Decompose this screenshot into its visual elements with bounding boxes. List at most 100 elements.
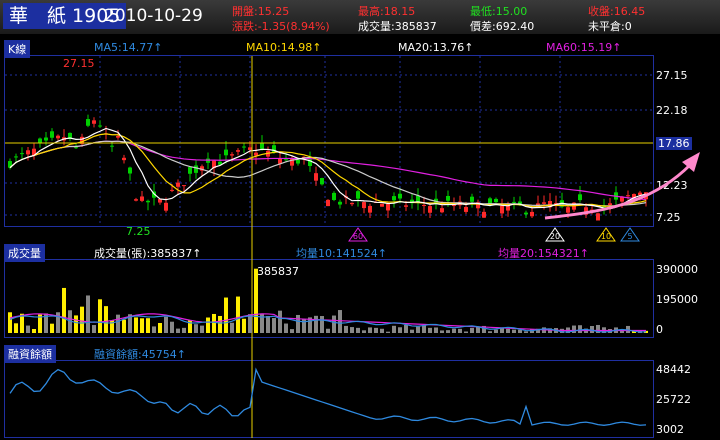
candle-body	[470, 196, 474, 202]
volume-bar	[416, 326, 420, 333]
volume-bar	[344, 325, 348, 333]
volume-bar	[518, 329, 522, 333]
candle-body	[578, 194, 582, 201]
candle-body	[44, 137, 48, 141]
candle-body	[56, 135, 60, 139]
candle-body	[116, 136, 120, 138]
candle-body	[386, 203, 390, 211]
candle-body	[500, 205, 504, 214]
volume-bar	[74, 315, 78, 333]
candle-body	[86, 119, 90, 126]
volume-bar	[92, 325, 96, 333]
volume-bar	[290, 329, 294, 333]
volume-bar	[242, 318, 246, 333]
candle-body	[404, 205, 408, 207]
volume-bar	[428, 327, 432, 333]
volume-bar	[236, 296, 240, 333]
volume-bar	[104, 306, 108, 333]
volume-bar	[446, 330, 450, 333]
volume-bar	[26, 325, 30, 333]
candle-body	[464, 206, 468, 212]
candle-body	[608, 203, 612, 206]
candle-body	[140, 196, 144, 201]
volume-bar	[80, 306, 84, 333]
volume-bar	[362, 330, 366, 333]
candle-body	[236, 150, 240, 152]
marker-20-label: 20	[550, 232, 560, 241]
volume-bar	[506, 328, 510, 333]
ma60-line	[9, 140, 647, 201]
candle-body	[362, 202, 366, 209]
candle-body	[626, 195, 630, 197]
candle-body	[122, 157, 126, 161]
candle-body	[452, 205, 456, 207]
volume-bar	[14, 323, 18, 333]
candle-body	[242, 146, 246, 148]
volume-bar	[386, 331, 390, 333]
volume-bar	[404, 324, 408, 333]
candle-body	[512, 201, 516, 203]
volume-bar	[410, 329, 414, 333]
volume-bar	[62, 287, 66, 333]
marker-5-label: 5	[627, 232, 632, 241]
volume-bar	[350, 327, 354, 333]
candle-body	[224, 149, 228, 156]
candle-body	[314, 173, 318, 181]
candle-body	[440, 208, 444, 213]
candle-body	[296, 160, 300, 164]
candle-body	[50, 131, 54, 138]
candle-body	[566, 207, 570, 213]
volume-bar	[578, 325, 582, 333]
candle-body	[14, 156, 18, 158]
volume-bar	[332, 315, 336, 333]
candle-body	[446, 195, 450, 201]
volume-bar	[512, 329, 516, 333]
candle-body	[74, 147, 78, 149]
volume-bar	[464, 331, 468, 333]
volume-bar	[86, 295, 90, 333]
volume-bar	[122, 319, 126, 333]
volume-bar	[368, 327, 372, 333]
candle-body	[368, 205, 372, 213]
ma20-line	[9, 140, 647, 207]
volume-bar	[218, 315, 222, 333]
candle-body	[248, 147, 252, 150]
candle-body	[194, 165, 198, 173]
volume-bar	[488, 331, 492, 333]
volume-bar	[272, 318, 276, 333]
volume-bar	[338, 310, 342, 333]
candle-body	[350, 202, 354, 205]
volume-bar	[284, 323, 288, 333]
candle-body	[146, 200, 150, 203]
volume-bar	[440, 330, 444, 333]
volume-bar	[176, 328, 180, 333]
candle-body	[332, 192, 336, 200]
volume-bar	[422, 325, 426, 333]
candle-body	[326, 199, 330, 207]
volume-bar	[356, 327, 360, 333]
candle-body	[398, 193, 402, 199]
volume-bar	[458, 328, 462, 333]
candle-body	[260, 143, 264, 149]
candle-body	[284, 159, 288, 161]
candle-body	[320, 178, 324, 185]
candle-body	[524, 212, 528, 215]
volume-bar	[134, 317, 138, 333]
candle-body	[92, 120, 96, 124]
margin-line	[9, 367, 647, 426]
candle-body	[98, 125, 102, 127]
volume-bar	[170, 321, 174, 333]
volume-bar	[32, 329, 36, 333]
volume-bar	[200, 325, 204, 333]
candle-body	[356, 191, 360, 199]
volume-bar	[296, 314, 300, 333]
candle-body	[530, 211, 534, 217]
candle-body	[290, 158, 294, 166]
volume-bar	[248, 314, 252, 333]
candle-body	[128, 167, 132, 174]
candle-body	[482, 211, 486, 218]
candle-body	[422, 205, 426, 207]
volume-bar	[230, 322, 234, 333]
volume-bar	[164, 316, 168, 333]
volume-bar	[380, 328, 384, 333]
